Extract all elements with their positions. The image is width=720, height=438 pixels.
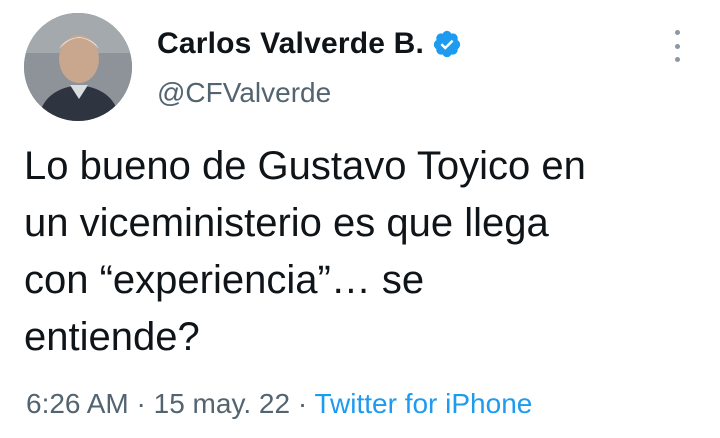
meta-separator: · bbox=[290, 388, 315, 419]
verified-check-icon bbox=[432, 29, 462, 59]
tweet-time[interactable]: 6:26 AM bbox=[26, 388, 129, 419]
tweet-source-link[interactable]: Twitter for iPhone bbox=[314, 388, 532, 419]
tweet-card: Carlos Valverde B. @CFValverde Lo bueno … bbox=[0, 0, 720, 438]
author-avatar[interactable] bbox=[24, 13, 132, 121]
meta-separator: · bbox=[128, 388, 154, 419]
menu-dot bbox=[674, 43, 680, 49]
author-name-row: Carlos Valverde B. bbox=[157, 22, 462, 66]
tweet-meta: 6:26 AM · 15 may. 22 · Twitter for iPhon… bbox=[26, 388, 532, 420]
author-handle[interactable]: @CFValverde bbox=[157, 77, 331, 109]
tweet-date[interactable]: 15 may. 22 bbox=[154, 388, 290, 419]
author-display-name[interactable]: Carlos Valverde B. bbox=[157, 27, 424, 61]
tweet-text: Lo bueno de Gustavo Toyico en un vicemin… bbox=[24, 144, 586, 359]
menu-dot bbox=[674, 30, 680, 35]
menu-dot bbox=[674, 57, 680, 62]
profile-photo-icon bbox=[24, 13, 132, 121]
more-vertical-icon[interactable] bbox=[664, 28, 690, 64]
